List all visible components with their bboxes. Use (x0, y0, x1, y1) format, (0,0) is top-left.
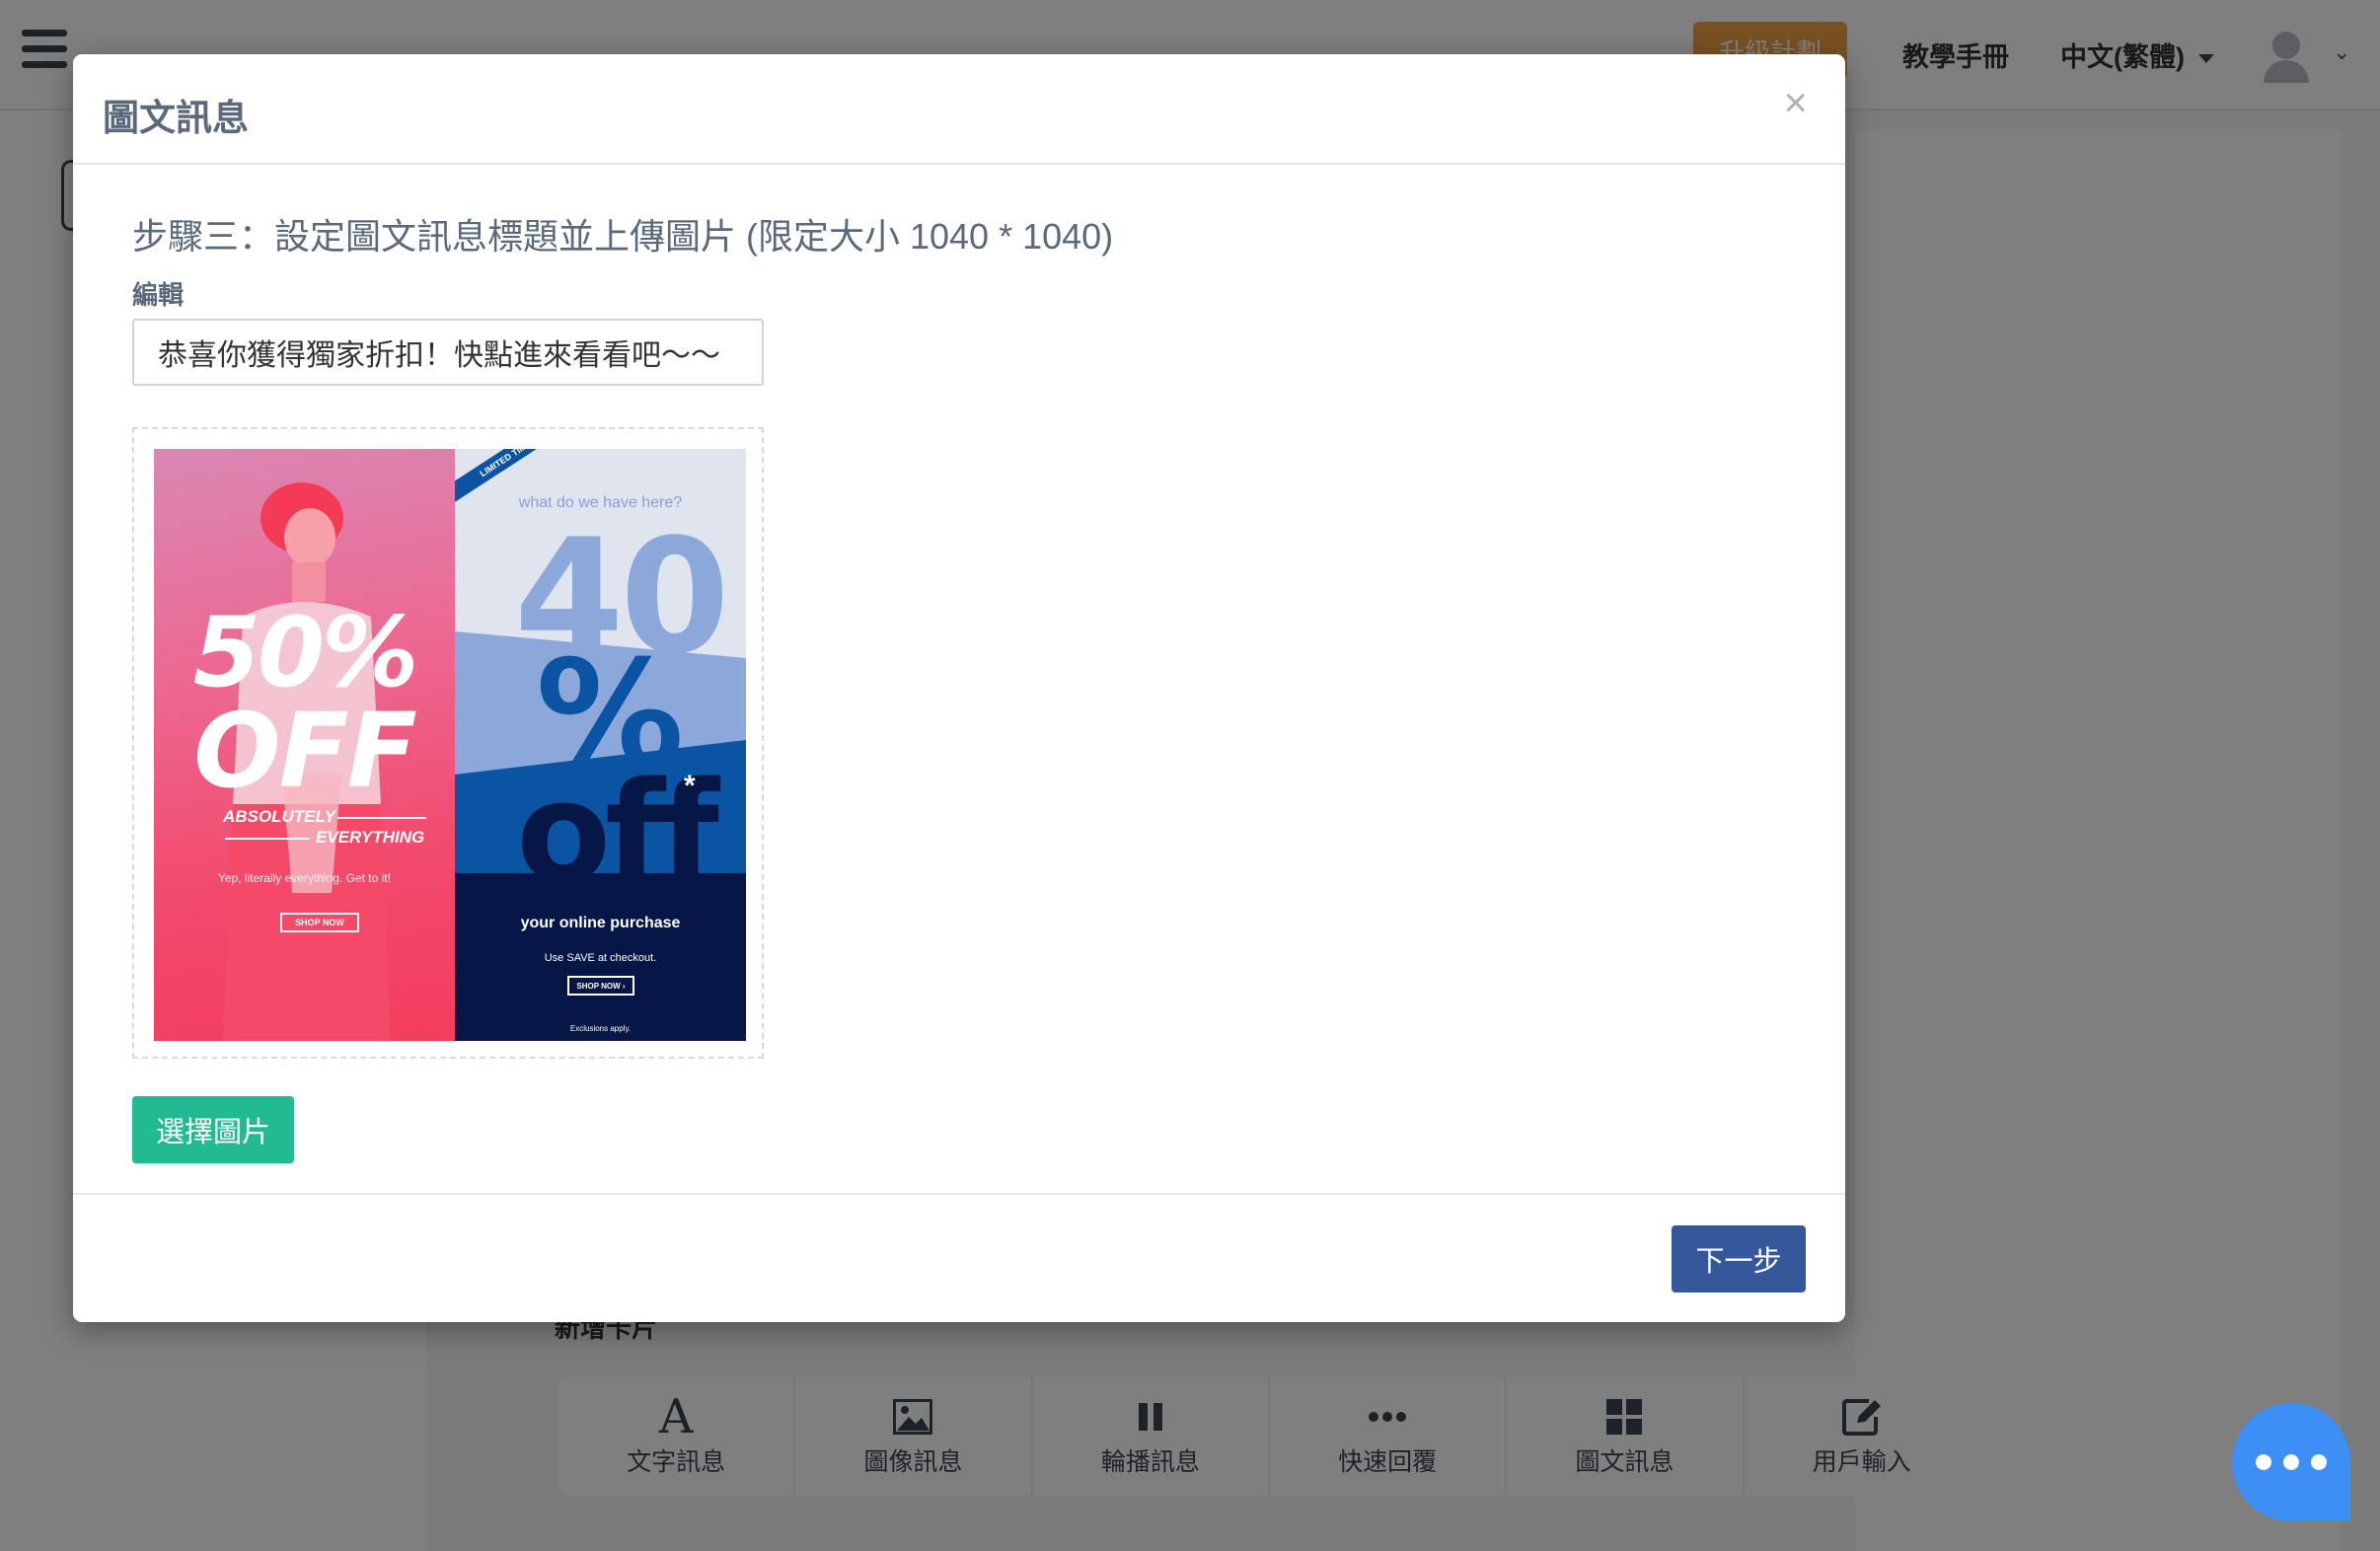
banner-everything: EVERYTHING (316, 828, 425, 847)
banner-shop-now-right: SHOP NOW › (567, 976, 634, 996)
step-heading: 步驟三：設定圖文訊息標題並上傳圖片 (限定大小 1040 * 1040) (132, 216, 1114, 257)
banner-shop-now-left: SHOP NOW (280, 913, 359, 932)
modal-body: 步驟三：設定圖文訊息標題並上傳圖片 (限定大小 1040 * 1040) 編輯 … (73, 165, 1845, 1195)
rich-message-modal: 圖文訊息 × 步驟三：設定圖文訊息標題並上傳圖片 (限定大小 1040 * 10… (73, 54, 1845, 1322)
banner-use-save: Use SAVE at checkout. (544, 952, 657, 964)
edit-label: 編輯 (132, 280, 185, 310)
chat-dot (2283, 1454, 2299, 1470)
banner-left-panel: 50% OFF ABSOLUTELY EVERYTHING Yep, liter… (154, 449, 455, 1041)
modal-title: 圖文訊息 (103, 98, 249, 138)
rich-message-title-input[interactable] (132, 319, 764, 386)
chat-dot (2256, 1454, 2271, 1470)
banner-divider (337, 817, 426, 819)
banner-divider (225, 838, 310, 840)
choose-image-button[interactable]: 選擇圖片 (132, 1096, 294, 1163)
banner-online-purchase: your online purchase (520, 915, 681, 931)
next-step-button[interactable]: 下一步 (1672, 1225, 1806, 1292)
image-upload-preview[interactable]: 50% OFF ABSOLUTELY EVERYTHING Yep, liter… (132, 427, 764, 1059)
modal-header: 圖文訊息 × (73, 54, 1845, 165)
banner-exclusions: Exclusions apply. (569, 1024, 632, 1033)
chat-dot (2311, 1454, 2327, 1470)
chat-widget-button[interactable] (2232, 1403, 2350, 1521)
banner-off-left: OFF (193, 691, 417, 811)
banner-yep-text: Yep, literally everything. Get to it! (218, 871, 391, 885)
uploaded-banner-image: 50% OFF ABSOLUTELY EVERYTHING Yep, liter… (154, 449, 746, 1041)
banner-absolutely: ABSOLUTELY (223, 807, 335, 826)
banner-asterisk: * (684, 770, 696, 802)
banner-right-panel: LIMITED TIME! what do we have here? 40 %… (455, 449, 746, 1041)
close-icon[interactable]: × (1783, 82, 1808, 123)
